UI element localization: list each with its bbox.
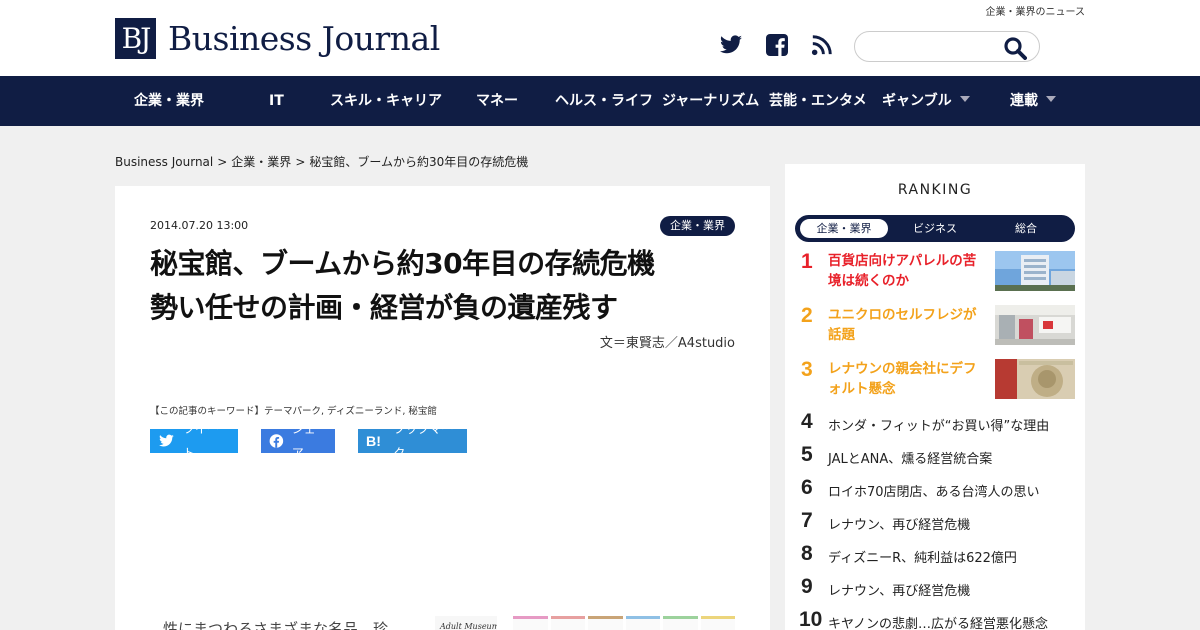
- ranking-item-3[interactable]: 3 レナウンの親会社にデフ ォルト懸念: [801, 358, 1075, 400]
- rank-title: ロイホ70店閉店、ある台湾人の思い: [828, 485, 1040, 500]
- svg-text:B!: B!: [366, 434, 381, 450]
- breadcrumb: Business Journal > 企業・業界 > 秘宝館、ブームから約30年目の存続…: [115, 153, 528, 170]
- rank-title: ユニクロのセルフレジが 話題: [828, 307, 977, 343]
- article-keywords: 【この記事のキーワード】テーマパーク, ディズニーランド, 秘宝館: [150, 406, 437, 417]
- nav-item-it[interactable]: IT: [269, 76, 284, 126]
- site-logo[interactable]: BJ Business Journal: [115, 18, 440, 59]
- rank-title: 百貨店向けアパレルの苦 境は続くのか: [828, 253, 977, 289]
- breadcrumb-category[interactable]: 企業・業界: [231, 155, 291, 169]
- ranking-panel: RANKING 企業・業界 ビジネス 総合 1 百貨店向けアパレルの苦 境は続く…: [785, 164, 1085, 630]
- nav-item-industry[interactable]: 企業・業界: [134, 76, 204, 126]
- facebook-icon: [269, 434, 284, 448]
- search-input[interactable]: [867, 38, 997, 56]
- ranking-item-10[interactable]: 10 キヤノンの悲劇…広がる経営悪化懸念: [799, 608, 1075, 630]
- search-box: [854, 31, 1040, 62]
- site-tagline: 企業・業界のニュース: [985, 7, 1086, 18]
- article-title-line2: 勢い任せの計画・経営が負の遺産残す: [150, 291, 618, 324]
- thumbnail: [700, 616, 735, 630]
- nav-item-entertainment[interactable]: 芸能・エンタメ: [769, 76, 867, 126]
- rank-title: レナウン、再び経営危機: [828, 518, 971, 533]
- main-nav: 企業・業界 IT スキル・キャリア マネー ヘルス・ライフ ジャーナリズム 芸能…: [0, 76, 1200, 126]
- ranking-item-5[interactable]: 5 JALとANA、燻る経営統合案: [801, 443, 1075, 471]
- facebook-share-label: シェア: [291, 422, 316, 460]
- rank-title: ディズニーR、純利益は622億円: [828, 551, 1017, 566]
- thumbnail: [513, 616, 548, 630]
- rank-title: JALとANA、燻る経営統合案: [828, 452, 993, 467]
- hatena-bookmark-icon: B!: [366, 434, 381, 450]
- rank-number: 4: [801, 410, 813, 433]
- nav-item-health-life[interactable]: ヘルス・ライフ: [555, 76, 653, 126]
- chevron-down-icon: [959, 96, 970, 102]
- ranking-item-2[interactable]: 2 ユニクロのセルフレジが 話題: [801, 304, 1075, 346]
- logo-mark: BJ: [115, 18, 156, 59]
- article-body-text: 性にまつわるさまざまな名品、珍: [163, 620, 389, 630]
- logo-text: Business Journal: [168, 19, 440, 58]
- nav-item-journalism[interactable]: ジャーナリズム: [662, 76, 759, 126]
- rank-number: 6: [801, 476, 813, 499]
- thumbnail: [663, 616, 698, 630]
- rank-title: キヤノンの悲劇…広がる経営悪化懸念: [828, 617, 1048, 630]
- rank-number: 3: [801, 358, 813, 381]
- rank-thumbnail: [995, 251, 1075, 291]
- article-title: 秘宝館、ブームから約30年目の存続危機 勢い任せの計画・経営が負の遺産残す: [150, 242, 740, 330]
- rank-number: 1: [801, 250, 813, 273]
- rank-number: 9: [801, 575, 813, 598]
- ranking-item-8[interactable]: 8 ディズニーR、純利益は622億円: [801, 542, 1075, 570]
- facebook-share-button[interactable]: シェア: [261, 422, 335, 460]
- ranking-item-7[interactable]: 7 レナウン、再び経営危機: [801, 509, 1075, 537]
- breadcrumb-separator: >: [217, 155, 228, 169]
- twitter-icon: [159, 434, 174, 447]
- chevron-down-icon: [1046, 96, 1056, 102]
- hatena-bookmark-label: ブックマーク: [393, 422, 454, 460]
- rank-number: 5: [801, 443, 813, 466]
- nav-item-gamble[interactable]: ギャンブル: [882, 76, 970, 126]
- article-title-line1: 秘宝館、ブームから約30年目の存続危機: [150, 247, 655, 280]
- breadcrumb-separator: >: [295, 155, 306, 169]
- nav-item-career[interactable]: スキル・キャリア: [330, 76, 442, 126]
- rank-title: レナウン、再び経営危機: [828, 584, 971, 599]
- facebook-icon[interactable]: [765, 33, 789, 57]
- ranking-item-1[interactable]: 1 百貨店向けアパレルの苦 境は続くのか: [801, 250, 1075, 292]
- tweet-button[interactable]: ツイート: [150, 422, 238, 460]
- rss-icon[interactable]: [811, 33, 833, 57]
- tweet-label: ツイート: [182, 422, 219, 460]
- breadcrumb-current: 秘宝館、ブームから約30年目の存続危機: [309, 155, 529, 169]
- tab-business[interactable]: ビジネス: [891, 219, 979, 238]
- search-icon[interactable]: [1003, 36, 1027, 60]
- nav-item-series[interactable]: 連載: [1010, 76, 1056, 126]
- article-image: Adult Museum: [435, 616, 497, 630]
- ranking-item-6[interactable]: 6 ロイホ70店閉店、ある台湾人の思い: [801, 476, 1075, 504]
- thumbnail: [550, 616, 585, 630]
- article-author: 文＝東賢志／A4studio: [599, 336, 735, 351]
- ranking-item-9[interactable]: 9 レナウン、再び経営危機: [801, 575, 1075, 603]
- rank-thumbnail: [995, 305, 1075, 345]
- rank-number: 10: [799, 608, 823, 630]
- rank-title: レナウンの親会社にデフ ォルト懸念: [828, 361, 977, 397]
- thumbnail: [625, 616, 660, 630]
- thumbnail: [588, 616, 623, 630]
- article-image-thumbnails: [513, 616, 735, 630]
- ranking-item-4[interactable]: 4 ホンダ・フィットが“お買い得”な理由: [801, 410, 1075, 438]
- rank-number: 7: [801, 509, 813, 532]
- tab-overall[interactable]: 総合: [982, 219, 1070, 238]
- nav-item-money[interactable]: マネー: [476, 76, 518, 126]
- article-card: 2014.07.20 13:00 企業・業界 秘宝館、ブームから約30年目の存続…: [115, 186, 770, 630]
- rank-title: ホンダ・フィットが“お買い得”な理由: [828, 419, 1050, 434]
- svg-text:Adult Museum: Adult Museum: [439, 622, 497, 630]
- ranking-tabs: 企業・業界 ビジネス 総合: [795, 215, 1075, 242]
- twitter-icon[interactable]: [718, 33, 744, 57]
- site-header: BJ Business Journal 企業・業界のニュース: [0, 0, 1200, 76]
- rank-number: 2: [801, 304, 813, 327]
- category-badge[interactable]: 企業・業界: [660, 216, 735, 236]
- hatena-bookmark-button[interactable]: B! ブックマーク: [358, 422, 467, 460]
- rank-number: 8: [801, 542, 813, 565]
- ranking-title: RANKING: [897, 182, 973, 198]
- article-date: 2014.07.20 13:00: [150, 219, 249, 232]
- breadcrumb-home[interactable]: Business Journal: [115, 155, 213, 169]
- rank-thumbnail: [995, 359, 1075, 399]
- tab-industry[interactable]: 企業・業界: [800, 219, 888, 238]
